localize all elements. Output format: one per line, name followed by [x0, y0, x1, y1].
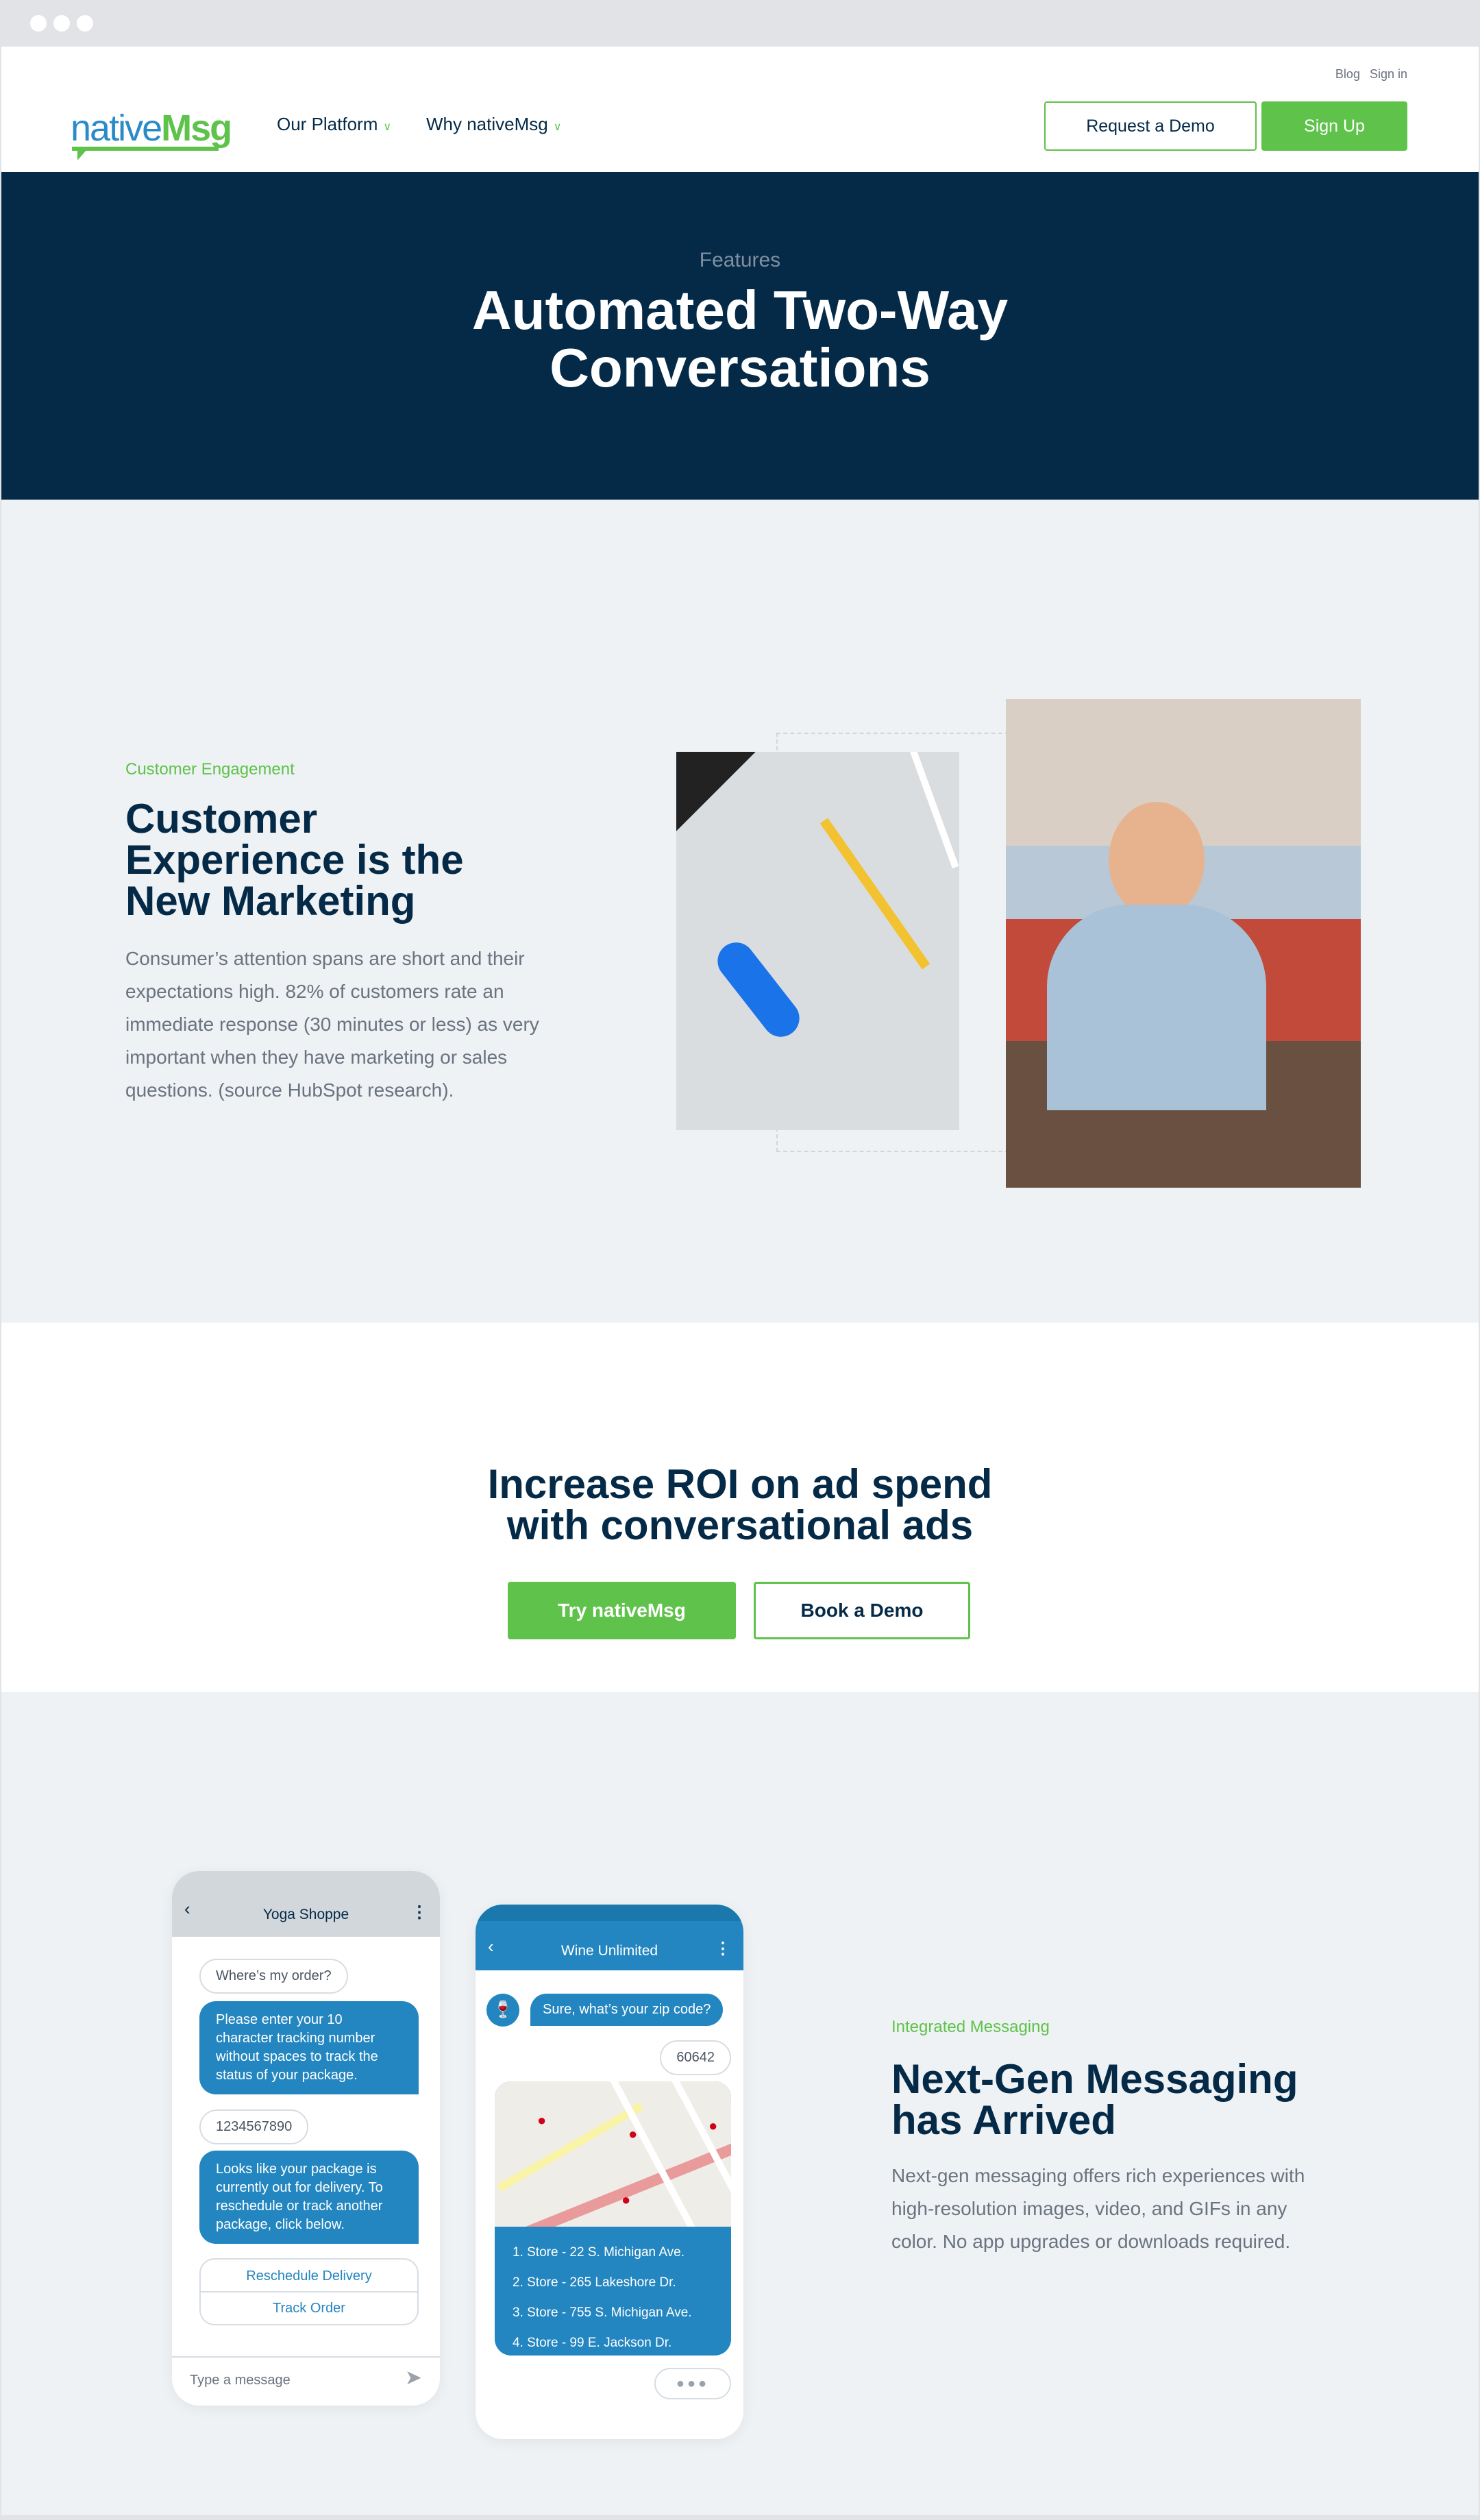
hero-eyebrow: Features	[699, 249, 781, 271]
map-pin-icon: ●	[628, 2125, 638, 2142]
map-pin-icon: ●	[537, 2112, 547, 2129]
typing-indicator: ●●●	[654, 2368, 731, 2399]
yoga-phone-mockup: ‹ Yoga Shoppe ⋮ Where’s my order? Please…	[172, 1871, 440, 2406]
store-item[interactable]: 4. Store - 99 E. Jackson Dr.	[513, 2328, 692, 2356]
store-item[interactable]: 1. Store - 22 S. Michigan Ave.	[513, 2238, 692, 2268]
integrated-messaging-section: ‹ Yoga Shoppe ⋮ Where’s my order? Please…	[1, 1692, 1479, 2515]
sign-up-button[interactable]: Sign Up	[1261, 101, 1407, 151]
page: Blog Sign in nativeMsg Our Platform ∨ Why …	[1, 47, 1479, 2515]
window-dot	[77, 15, 93, 32]
more-icon: ⋮	[715, 1940, 731, 1958]
section-body: Next-gen messaging offers rich experienc…	[891, 2165, 1305, 2252]
section-title: Next-Gen Messaging has Arrived	[891, 2056, 1298, 2143]
section-eyebrow: Integrated Messaging	[891, 2018, 1050, 2036]
send-icon[interactable]: ➤	[405, 2366, 422, 2390]
try-nativemsg-button[interactable]: Try nativeMsg	[508, 1582, 736, 1639]
phone-header: ‹ Wine Unlimited ⋮	[476, 1905, 743, 1970]
logo[interactable]: nativeMsg	[71, 107, 232, 160]
chevron-down-icon: ∨	[383, 121, 392, 133]
map-phone-photo	[676, 752, 959, 1130]
map-pin-icon: ●	[621, 2191, 631, 2208]
more-icon: ⋮	[411, 1903, 428, 1922]
hero-title: Automated Two-Way Conversations	[471, 280, 1009, 398]
nav-why-nativemsg[interactable]: Why nativeMsg ∨	[426, 114, 561, 135]
site-header: Blog Sign in nativeMsg Our Platform ∨ Why …	[1, 47, 1479, 172]
map-pin-icon: ●	[708, 2117, 718, 2134]
chevron-down-icon: ∨	[553, 121, 562, 133]
section-body: Consumer’s attention spans are short and…	[125, 948, 539, 1101]
book-demo-button[interactable]: Book a Demo	[754, 1582, 970, 1639]
cta-title: Increase ROI on ad spend with conversatio…	[487, 1461, 993, 1548]
blog-link[interactable]: Blog	[1335, 67, 1360, 81]
wine-phone-mockup: ‹ Wine Unlimited ⋮ 🍷 Sure, what’s your z…	[476, 1905, 743, 2439]
window-dot	[30, 15, 47, 32]
nav-our-platform[interactable]: Our Platform ∨	[277, 114, 391, 135]
wine-glass-icon: 🍷	[486, 1994, 519, 2027]
store-map-card: ● ● ● ● 1. Store - 22 S. Michigan Ave. 2…	[495, 2081, 731, 2356]
section-eyebrow: Customer Engagement	[125, 760, 295, 779]
section-title: Customer Experience is the New Marketing	[125, 796, 464, 924]
man-smiling-photo	[1006, 699, 1361, 1188]
cta-section: Increase ROI on ad spend with conversatio…	[1, 1323, 1479, 1692]
window-dot	[53, 15, 70, 32]
map: ● ● ● ●	[495, 2081, 731, 2227]
store-item[interactable]: 2. Store - 265 Lakeshore Dr.	[513, 2268, 692, 2298]
reschedule-delivery-button[interactable]: Reschedule Delivery	[201, 2260, 417, 2292]
sign-in-link[interactable]: Sign in	[1370, 67, 1407, 81]
store-item[interactable]: 3. Store - 755 S. Michigan Ave.	[513, 2298, 692, 2328]
request-demo-button[interactable]: Request a Demo	[1044, 101, 1257, 151]
message-input[interactable]: Type a message	[190, 2373, 291, 2388]
phone-header: ‹ Yoga Shoppe ⋮	[172, 1871, 440, 1937]
hero: Features Automated Two-Way Conversations	[1, 172, 1479, 500]
customer-engagement-section: Customer Engagement Customer Experience i…	[1, 500, 1479, 1323]
track-order-button[interactable]: Track Order	[201, 2292, 417, 2324]
